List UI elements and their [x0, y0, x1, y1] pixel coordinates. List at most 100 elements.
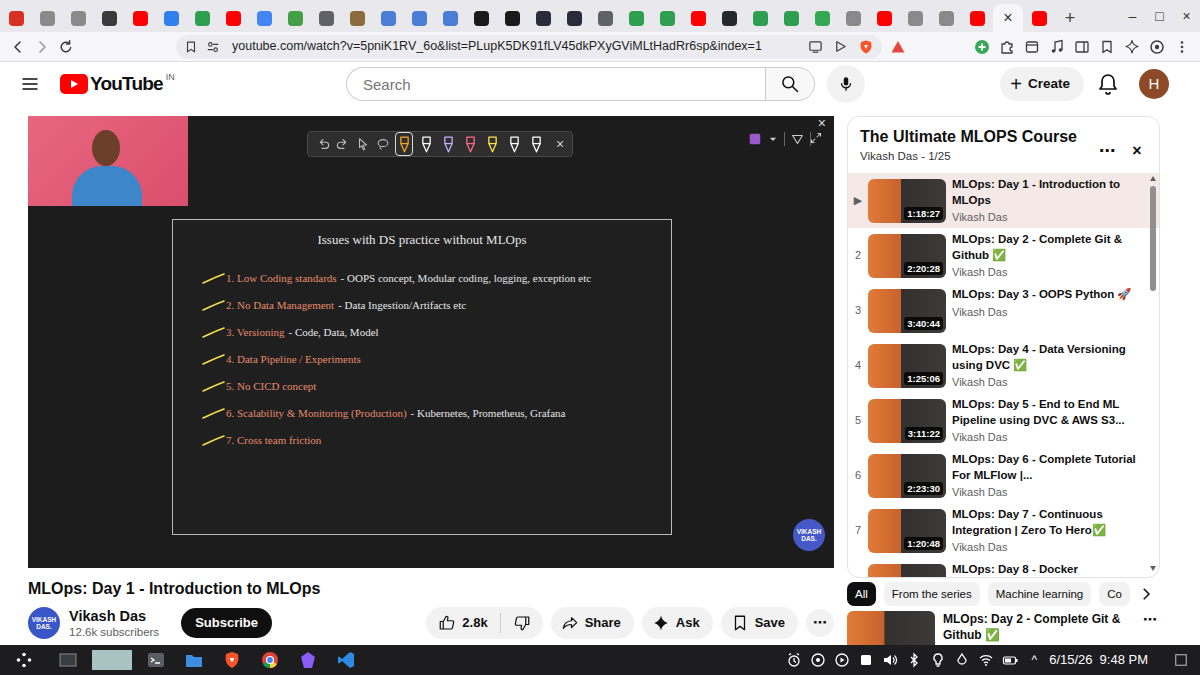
browser-tab[interactable] — [32, 4, 62, 32]
related-thumbnail[interactable] — [847, 611, 935, 645]
browser-tab[interactable] — [373, 4, 403, 32]
video-thumbnail[interactable]: 1:18:27 — [868, 179, 946, 223]
taskbar-app[interactable] — [294, 647, 322, 673]
browser-tab[interactable] — [652, 4, 682, 32]
minimize-button[interactable]: – — [1119, 6, 1146, 26]
browser-tab[interactable] — [776, 4, 806, 32]
dropdown-caret-icon[interactable] — [768, 134, 778, 144]
create-button[interactable]: +Create — [1000, 67, 1084, 101]
related-title[interactable]: MLOps: Day 2 - Complete Git & Github ✅ — [943, 611, 1132, 645]
taskbar-app[interactable] — [180, 647, 208, 673]
clock[interactable]: 6/15/269:48 PM — [1049, 652, 1148, 668]
add-extension-icon[interactable] — [974, 39, 990, 55]
browser-tab[interactable] — [590, 4, 620, 32]
filter-chip[interactable]: Co — [1099, 582, 1130, 606]
channel-name[interactable]: Vikash Das — [69, 607, 159, 625]
tray-expand-button[interactable]: ^ — [1032, 653, 1038, 668]
profile-icon[interactable] — [1149, 39, 1165, 55]
browser-tab[interactable] — [1024, 4, 1054, 32]
drop-icon[interactable] — [954, 652, 970, 668]
alarm-icon[interactable] — [786, 652, 802, 668]
video-thumbnail[interactable]: 2:20:28 — [868, 234, 946, 278]
record-icon[interactable] — [810, 652, 826, 668]
browser-tab[interactable] — [435, 4, 465, 32]
cursor-icon[interactable] — [356, 137, 370, 151]
browser-tab[interactable] — [466, 4, 496, 32]
video-thumbnail[interactable]: 3:40:44 — [868, 289, 946, 333]
filter-chip[interactable]: All — [847, 582, 876, 606]
video-thumbnail[interactable]: 1:20:48 — [868, 509, 946, 553]
battery-icon[interactable] — [1002, 652, 1018, 668]
taskbar-app[interactable] — [10, 647, 38, 673]
annotation-pen[interactable] — [484, 133, 500, 155]
notifications-bell-icon[interactable] — [1096, 72, 1120, 96]
dislike-button[interactable] — [501, 614, 543, 632]
playlist-item[interactable]: MLOps: Day 8 - Docker — [848, 558, 1159, 577]
search-input[interactable] — [346, 67, 765, 101]
hamburger-menu-icon[interactable] — [20, 74, 40, 94]
subscribe-button[interactable]: Subscribe — [181, 608, 272, 638]
annotation-pen[interactable] — [440, 133, 456, 155]
brave-shield-icon[interactable] — [858, 39, 874, 55]
annotation-pen[interactable] — [396, 133, 412, 155]
media-play-icon[interactable] — [834, 652, 850, 668]
browser-tab[interactable]: × — [993, 4, 1023, 32]
browser-tab[interactable] — [63, 4, 93, 32]
search-button[interactable] — [765, 67, 815, 101]
video-thumbnail[interactable] — [868, 564, 946, 578]
close-window-button[interactable]: × — [1173, 6, 1200, 26]
reload-button[interactable] — [54, 35, 78, 59]
wifi-icon[interactable] — [978, 652, 994, 668]
filter-icon[interactable] — [791, 133, 804, 146]
video-thumbnail[interactable]: 2:23:30 — [868, 454, 946, 498]
chips-next-button[interactable] — [1132, 585, 1160, 603]
related-video[interactable]: MLOps: Day 2 - Complete Git & Github ✅⋯ — [847, 611, 1160, 645]
browser-tab[interactable] — [280, 4, 310, 32]
taskbar-app[interactable] — [92, 647, 132, 673]
annotation-pen[interactable] — [462, 133, 478, 155]
related-more-button[interactable]: ⋯ — [1140, 611, 1160, 645]
undo-icon[interactable] — [316, 137, 330, 151]
playlist-close-button[interactable]: × — [1122, 141, 1152, 161]
youtube-logo[interactable]: YouTubeIN — [60, 72, 175, 96]
ask-button[interactable]: Ask — [642, 607, 713, 639]
taskbar-app[interactable] — [256, 647, 284, 673]
bluetooth-icon[interactable] — [906, 652, 922, 668]
new-tab-button[interactable]: + — [1055, 4, 1085, 32]
browser-tab[interactable] — [528, 4, 558, 32]
playlist-item[interactable]: 33:40:44MLOps: Day 3 - OOPS Python 🚀Vika… — [848, 283, 1159, 338]
cast-icon[interactable] — [808, 39, 823, 54]
playlist-item[interactable]: ▶1:18:27MLOps: Day 1 - Introduction to M… — [848, 173, 1159, 228]
video-thumbnail[interactable]: 1:25:06 — [868, 344, 946, 388]
sparkle-icon[interactable] — [1124, 39, 1140, 55]
taskbar-app[interactable] — [142, 647, 170, 673]
playlist-more-button[interactable]: ⋯ — [1092, 141, 1122, 161]
share-button[interactable]: Share — [551, 607, 634, 639]
filter-chip[interactable]: Machine learning — [988, 582, 1092, 606]
expand-icon[interactable] — [810, 132, 822, 144]
browser-tab[interactable] — [1, 4, 31, 32]
browser-tab[interactable] — [900, 4, 930, 32]
browser-tab[interactable] — [404, 4, 434, 32]
browser-tab[interactable] — [497, 4, 527, 32]
scrollbar-thumb[interactable] — [1150, 186, 1156, 291]
forward-button[interactable] — [30, 35, 54, 59]
url-text[interactable]: youtube.com/watch?v=5pniK1RV_6o&list=PLu… — [232, 39, 762, 55]
playlist-title[interactable]: The Ultimate MLOPS Course — [860, 127, 1092, 147]
playlist-item[interactable]: 41:25:06MLOps: Day 4 - Data Versioning u… — [848, 338, 1159, 393]
restore-button[interactable]: □ — [1146, 6, 1173, 26]
browser-tab[interactable] — [342, 4, 372, 32]
channel-watermark[interactable]: VIKASH DAS. — [793, 519, 825, 551]
browser-tab[interactable] — [807, 4, 837, 32]
taskbar-app[interactable] — [54, 647, 82, 673]
browser-tab[interactable] — [125, 4, 155, 32]
browser-tab[interactable] — [559, 4, 589, 32]
video-thumbnail[interactable]: 3:11:22 — [868, 399, 946, 443]
wallet-icon[interactable] — [1024, 39, 1040, 55]
browser-tab[interactable] — [962, 4, 992, 32]
bookmarks-icon[interactable] — [1099, 39, 1115, 55]
bookmark-icon[interactable] — [184, 40, 198, 54]
bulb-icon[interactable] — [930, 652, 946, 668]
taskbar-app[interactable] — [332, 647, 360, 673]
annotation-pen[interactable] — [506, 133, 522, 155]
